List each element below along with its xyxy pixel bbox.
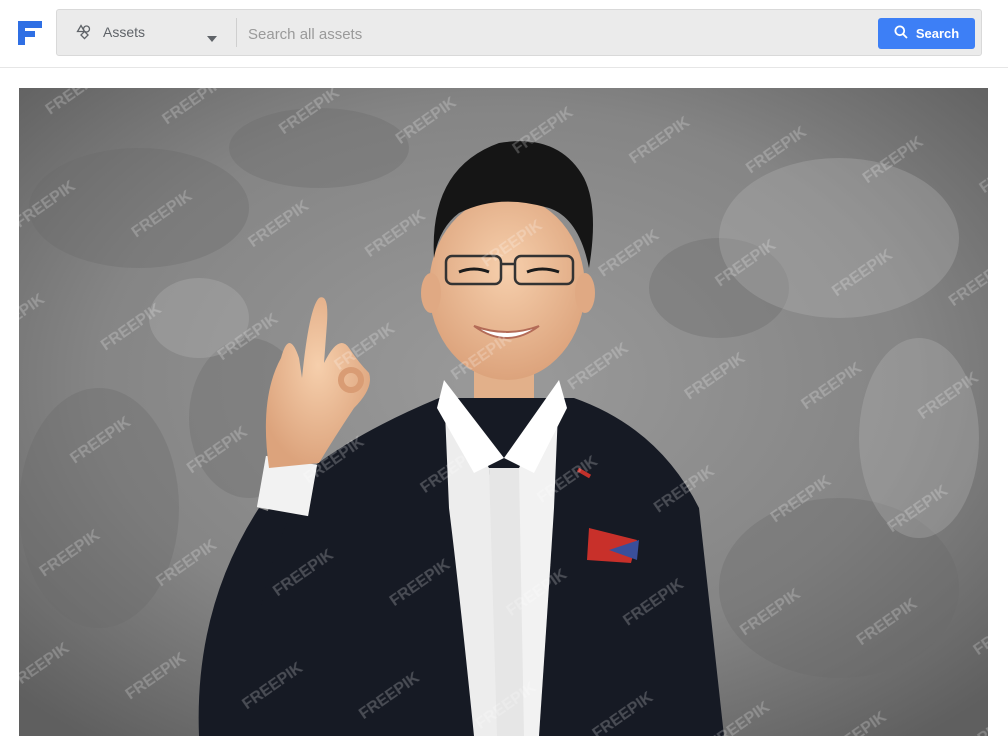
- search-bar: Assets Search: [56, 9, 982, 56]
- top-bar: Assets Search: [0, 0, 1008, 68]
- shapes-icon: [76, 24, 92, 45]
- search-icon: [894, 25, 908, 42]
- preview-image: FREEPIK FREEPIK: [19, 88, 988, 736]
- freepik-logo-icon[interactable]: [18, 21, 42, 45]
- search-input[interactable]: [246, 18, 870, 50]
- divider: [236, 18, 237, 47]
- search-button[interactable]: Search: [878, 18, 975, 49]
- search-button-label: Search: [915, 26, 960, 41]
- asset-type-dropdown[interactable]: Assets: [57, 10, 236, 55]
- asset-type-label: Assets: [103, 24, 146, 40]
- chevron-down-icon: [207, 29, 217, 47]
